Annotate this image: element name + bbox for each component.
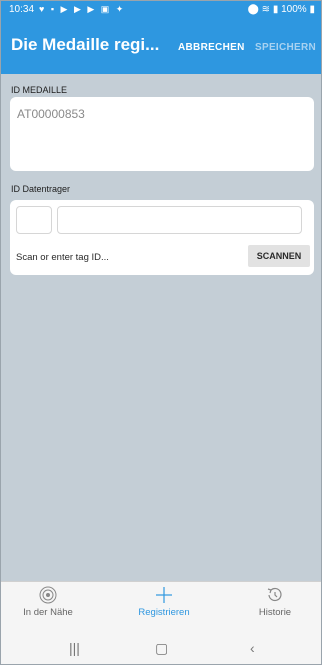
carrier-id-label: ID Datentrager: [11, 184, 71, 194]
wifi-icon: ≋: [261, 4, 271, 15]
save-button[interactable]: SPEICHERN: [255, 42, 316, 53]
carrier-card: Scan or enter tag ID... SCANNEN: [10, 200, 314, 275]
nav-nearby[interactable]: In der Nähe: [13, 585, 83, 618]
nav-register-label: Registrieren: [138, 607, 190, 618]
recent-apps-icon[interactable]: |||: [69, 640, 80, 656]
app-bar: Die Medaille regi... ABBRECHEN SPEICHERN: [1, 18, 321, 74]
notification-icons: ♥ ▪ ▶ ▶ ▶ ▣ ✦: [39, 4, 126, 14]
nav-history[interactable]: Historie: [245, 585, 305, 618]
signal-icon: ▮: [272, 4, 279, 15]
system-navigation: ||| ▢ ‹: [1, 632, 321, 664]
plus-icon: [156, 587, 172, 603]
status-time: 10:34: [9, 4, 35, 15]
page-title: Die Medaille regi...: [11, 35, 160, 54]
status-right: ⬤ ≋ ▮ 100% ▮: [248, 4, 315, 15]
nav-register[interactable]: Registrieren: [127, 585, 201, 618]
bottom-navigation: In der Nähe Registrieren Historie: [1, 581, 321, 632]
battery-icon: ▮: [309, 4, 315, 15]
radar-icon: [39, 586, 57, 604]
home-icon[interactable]: ▢: [155, 640, 168, 657]
history-icon: [267, 587, 282, 602]
status-bar: 10:34 ♥ ▪ ▶ ▶ ▶ ▣ ✦ ⬤ ≋ ▮ 100% ▮: [1, 1, 321, 18]
medal-id-value: AT00000853: [17, 107, 85, 121]
tag-id-input[interactable]: [57, 206, 302, 234]
medal-id-field[interactable]: AT00000853: [10, 97, 314, 171]
nav-nearby-label: In der Nähe: [23, 607, 73, 618]
medal-id-label: ID MEDAILLE: [11, 85, 68, 95]
scan-hint: Scan or enter tag ID...: [16, 252, 109, 263]
nav-history-label: Historie: [258, 607, 292, 618]
battery-percent: 100%: [281, 4, 307, 15]
location-icon: ⬤: [247, 4, 259, 15]
cancel-button[interactable]: ABBRECHEN: [178, 42, 245, 53]
back-icon[interactable]: ‹: [250, 640, 255, 656]
tag-type-field[interactable]: [16, 206, 52, 234]
scan-button[interactable]: SCANNEN: [248, 245, 310, 267]
app-frame: 10:34 ♥ ▪ ▶ ▶ ▶ ▣ ✦ ⬤ ≋ ▮ 100% ▮ Die Med…: [0, 0, 322, 665]
